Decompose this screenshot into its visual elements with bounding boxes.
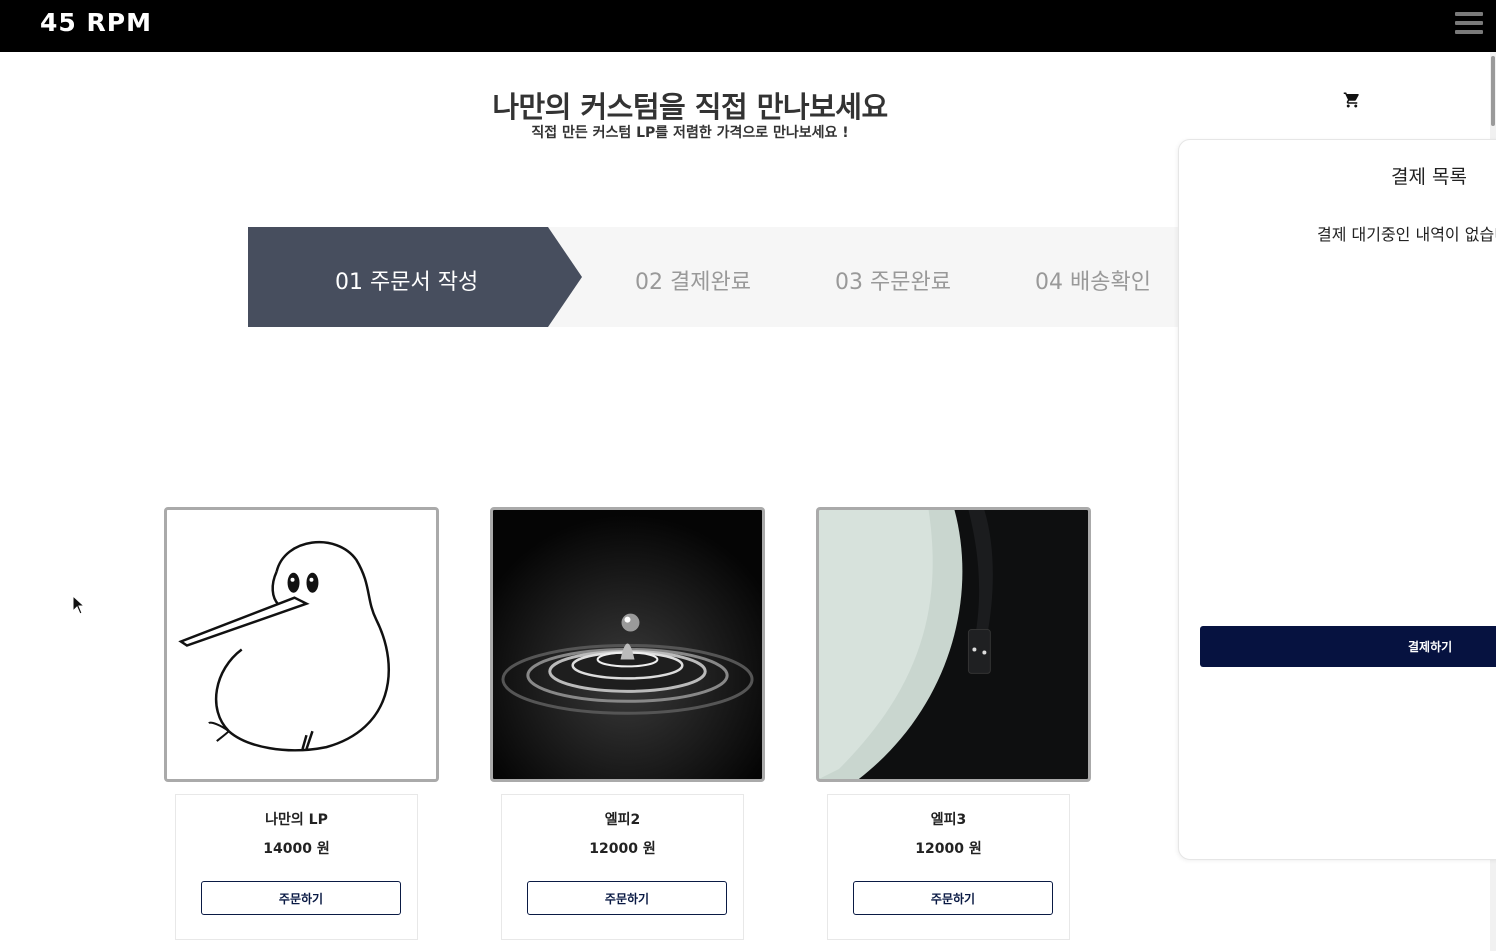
step-2: 02 결제완료: [635, 270, 751, 295]
hamburger-menu-icon[interactable]: [1455, 12, 1483, 36]
order-button[interactable]: 주문하기: [527, 881, 727, 915]
product-price: 14000 원: [263, 841, 330, 857]
page-title: 나만의 커스텀을 직접 만나보세요: [492, 90, 888, 124]
step-1: 01 주문서 작성: [335, 270, 479, 295]
step-4: 04 배송확인: [1035, 270, 1151, 295]
shopping-cart-icon[interactable]: [1343, 91, 1361, 109]
product-card: 엘피2 12000 원 주문하기: [501, 794, 744, 940]
product-name: 엘피2: [604, 812, 641, 828]
top-navbar: 45 RPM: [0, 0, 1496, 52]
site-logo[interactable]: 45 RPM: [40, 8, 152, 37]
vinyl-record-turntable-photo: [819, 510, 1088, 779]
page-subtitle: 직접 만든 커스텀 LP를 저렴한 가격으로 만나보세요 !: [531, 125, 849, 141]
pay-button[interactable]: 결제하기: [1200, 626, 1496, 667]
order-progress-steps: 01 주문서 작성 02 결제완료 03 주문완료 04 배송확인: [248, 227, 1180, 327]
product-card: 엘피3 12000 원 주문하기: [827, 794, 1070, 940]
product-name: 엘피3: [930, 812, 967, 828]
product-card: 나만의 LP 14000 원 주문하기: [175, 794, 418, 940]
order-button[interactable]: 주문하기: [201, 881, 401, 915]
empty-message: 결제 대기중인 내역이 없습니다: [1317, 225, 1496, 244]
kiwi-bird-drawing: [167, 510, 436, 779]
step-3: 03 주문완료: [835, 270, 951, 295]
product-name: 나만의 LP: [265, 812, 328, 828]
product-image-water[interactable]: [490, 507, 765, 782]
product-price: 12000 원: [915, 841, 982, 857]
payment-list-panel: 결제 목록 결제 대기중인 내역이 없습니다 결제하기: [1178, 139, 1496, 860]
panel-title: 결제 목록: [1391, 166, 1467, 188]
mouse-cursor-icon: [72, 594, 86, 615]
water-drop-ripple-photo: [493, 510, 762, 779]
product-image-kiwi[interactable]: [164, 507, 439, 782]
order-button[interactable]: 주문하기: [853, 881, 1053, 915]
scrollbar-thumb[interactable]: [1491, 56, 1495, 126]
product-image-vinyl[interactable]: [816, 507, 1091, 782]
product-price: 12000 원: [589, 841, 656, 857]
